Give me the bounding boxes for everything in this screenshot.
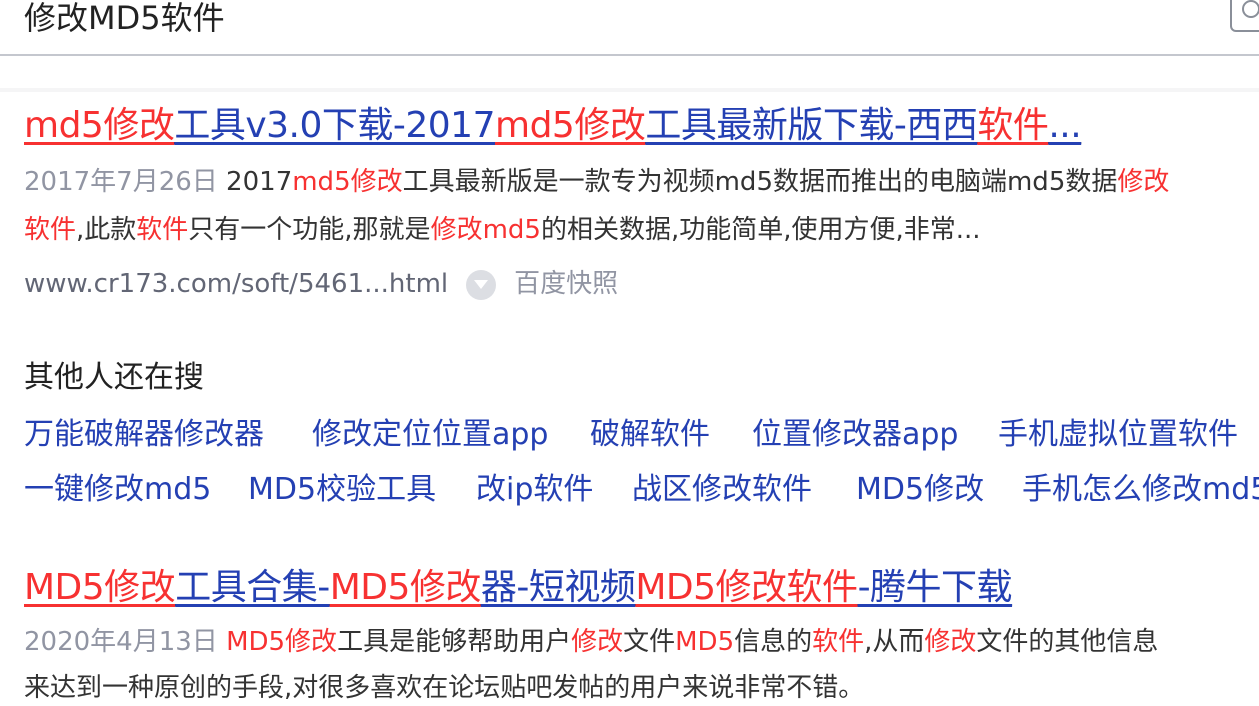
- text-segment: 信息的: [734, 627, 813, 657]
- highlight-keyword: 软件: [24, 215, 77, 245]
- related-search-link[interactable]: 手机怎么修改md5: [1022, 470, 1259, 510]
- camera-icon[interactable]: [1230, 0, 1259, 32]
- result-url-line: www.cr173.com/soft/5461...html 百度快照: [24, 266, 618, 302]
- related-search-link[interactable]: 改ip软件: [476, 470, 593, 510]
- result-title-1[interactable]: md5修改工具v3.0下载-2017md5修改工具最新版下载-西西软件...: [24, 104, 1082, 148]
- divider: [0, 88, 1259, 92]
- related-search-link[interactable]: 手机虚拟位置软件: [998, 415, 1238, 455]
- related-searches-title: 其他人还在搜: [24, 360, 204, 395]
- search-input[interactable]: 修改MD5软件: [24, 0, 225, 40]
- text-segment: 器-短视频: [480, 567, 636, 608]
- highlight-keyword: 软件: [977, 105, 1049, 146]
- related-search-link[interactable]: MD5校验工具: [248, 470, 436, 510]
- highlight-keyword: md5修改: [292, 167, 403, 197]
- result-abstract-line-4: 来达到一种原创的手段,对很多喜欢在论坛贴吧发帖的用户来说非常不错。: [24, 670, 864, 706]
- highlight-keyword: MD5修改: [226, 627, 338, 657]
- text-segment: ...: [1048, 105, 1082, 146]
- text-segment: 的相关数据,功能简单,使用方便,非常...: [540, 215, 981, 245]
- result-abstract-line-2: 软件,此款软件只有一个功能,那就是修改md5的相关数据,功能简单,使用方便,非常…: [24, 212, 981, 248]
- highlight-keyword: 修改: [571, 627, 624, 657]
- result-url[interactable]: www.cr173.com/soft/5461...html: [24, 269, 448, 299]
- result-date-2: 2020年4月13日: [24, 627, 218, 657]
- text-segment: ,从而: [864, 627, 925, 657]
- snapshot-link[interactable]: 百度快照: [514, 269, 618, 299]
- highlight-keyword: 软件: [812, 627, 865, 657]
- text-segment: 来达到一种原创的手段,对很多喜欢在论坛贴吧发帖的用户来说非常不错。: [24, 673, 865, 703]
- text-segment: 工具最新版下载-西西: [645, 105, 978, 146]
- text-segment: 工具最新版是一款专为视频md5数据而推出的电脑端md5数据: [402, 167, 1118, 197]
- related-search-link[interactable]: 战区修改软件: [632, 470, 812, 510]
- text-segment: 工具是能够帮助用户: [337, 627, 572, 657]
- text-segment: 文件: [623, 627, 676, 657]
- related-search-link[interactable]: 修改定位位置app: [312, 415, 548, 455]
- text-segment: -腾牛下载: [857, 567, 1013, 608]
- related-search-link[interactable]: 破解软件: [590, 415, 710, 455]
- result-title-2[interactable]: MD5修改工具合集-MD5修改器-短视频MD5修改软件-腾牛下载: [24, 566, 1013, 610]
- highlight-keyword: MD5修改: [329, 567, 482, 608]
- result-date-1: 2017年7月26日: [24, 167, 218, 197]
- text-segment: 工具合集-: [175, 567, 330, 608]
- highlight-keyword: 修改: [1117, 167, 1170, 197]
- text-segment: 工具v3.0下载-2017: [174, 105, 495, 146]
- text-segment: 2017: [217, 167, 293, 197]
- highlight-keyword: md5修改: [24, 105, 175, 146]
- highlight-keyword: md5修改: [495, 105, 646, 146]
- highlight-keyword: 修改: [924, 627, 977, 657]
- highlight-keyword: 软件: [136, 215, 189, 245]
- highlight-keyword: 修改md5: [430, 215, 541, 245]
- related-search-link[interactable]: 一键修改md5: [24, 470, 211, 510]
- highlight-keyword: MD5修改: [24, 567, 176, 608]
- text-segment: [218, 627, 226, 657]
- result-abstract-line-1: 2017年7月26日 2017md5修改工具最新版是一款专为视频md5数据而推出…: [24, 164, 1169, 200]
- text-segment: 只有一个功能,那就是: [188, 215, 431, 245]
- highlight-keyword: MD5: [675, 627, 735, 657]
- related-search-link[interactable]: 位置修改器app: [752, 415, 958, 455]
- highlight-keyword: MD5修改软件: [635, 567, 858, 608]
- result-abstract-line-3: 2020年4月13日 MD5修改工具是能够帮助用户修改文件MD5信息的软件,从而…: [24, 624, 1158, 660]
- text-segment: 文件的其他信息: [976, 627, 1159, 657]
- related-search-link[interactable]: 万能破解器修改器: [24, 415, 264, 455]
- text-segment: ,此款: [76, 215, 137, 245]
- chevron-down-icon[interactable]: [466, 269, 497, 300]
- related-search-link[interactable]: MD5修改: [856, 470, 984, 510]
